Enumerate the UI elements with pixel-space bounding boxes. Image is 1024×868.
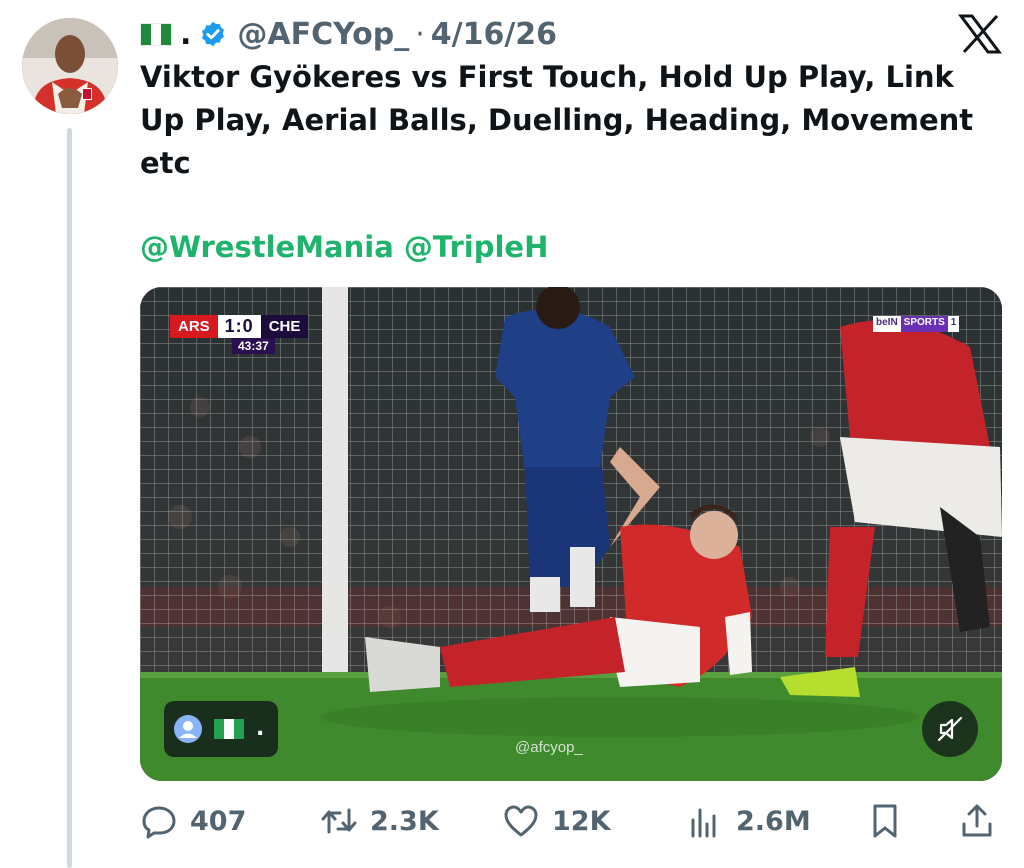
post-text-line: Up Play, Aerial Balls, Duelling, Heading…	[140, 103, 974, 137]
post-date[interactable]: 4/16/26	[431, 17, 557, 52]
views-icon	[691, 808, 716, 838]
x-logo-icon[interactable]	[958, 14, 1002, 54]
repost-button[interactable]: 2.3K	[320, 798, 439, 844]
share-icon	[962, 804, 992, 837]
reply-button[interactable]: 407	[140, 798, 246, 844]
match-score: 1:0	[217, 314, 261, 338]
post-header: . @AFCYop_ · 4/16/26	[140, 14, 557, 54]
author-handle[interactable]: @AFCYop_	[237, 17, 409, 52]
mention-link[interactable]: @WrestleMania	[140, 230, 394, 264]
reply-count: 407	[190, 805, 247, 837]
mention-link[interactable]: @TripleH	[404, 230, 548, 264]
post-mentions: @WrestleMania @TripleH	[140, 226, 548, 269]
heart-icon	[504, 805, 538, 837]
nigeria-flag-icon	[214, 719, 244, 739]
channel-logo-part: 1	[947, 316, 960, 332]
channel-logo-part: beIN	[873, 316, 901, 332]
home-team: ARS	[170, 314, 218, 338]
views-button[interactable]: 2.6M	[686, 798, 811, 844]
thread-line	[67, 128, 72, 868]
post-text-line: etc	[140, 146, 191, 180]
like-count: 12K	[552, 805, 611, 837]
repost-icon	[321, 808, 357, 834]
share-button[interactable]	[958, 798, 1008, 844]
video-player[interactable]: ARS 1:0 CHE 43:37 beIN SPORTS 1 @afcyop_…	[140, 287, 1002, 781]
video-watermark: @afcyop_	[515, 739, 583, 756]
reply-icon	[142, 806, 176, 839]
action-bar: 407 2.3K 12K 2.6M	[140, 798, 1002, 844]
view-count: 2.6M	[736, 805, 811, 837]
like-button[interactable]: 12K	[502, 798, 611, 844]
verified-badge-icon	[202, 21, 225, 47]
repost-count: 2.3K	[370, 805, 439, 837]
attribution-dot: .	[256, 716, 265, 741]
user-icon	[174, 715, 202, 743]
channel-logo: beIN SPORTS 1	[873, 316, 960, 332]
bookmark-icon	[873, 804, 897, 838]
mute-button[interactable]	[922, 701, 978, 757]
bookmark-button[interactable]	[866, 798, 916, 844]
post-text-line: Viktor Gyökeres vs First Touch, Hold Up …	[140, 60, 954, 94]
channel-logo-part: SPORTS	[900, 316, 948, 332]
post-text: Viktor Gyökeres vs First Touch, Hold Up …	[140, 56, 990, 185]
separator-dot: ·	[415, 16, 425, 52]
scoreboard: ARS 1:0 CHE	[170, 314, 309, 338]
muted-speaker-icon	[937, 716, 963, 742]
media-attribution[interactable]: .	[164, 701, 278, 757]
away-team: CHE	[260, 314, 309, 338]
display-name[interactable]: .	[180, 17, 191, 52]
match-clock: 43:37	[232, 338, 275, 354]
nigeria-flag-icon	[140, 22, 172, 46]
avatar[interactable]	[22, 18, 118, 114]
